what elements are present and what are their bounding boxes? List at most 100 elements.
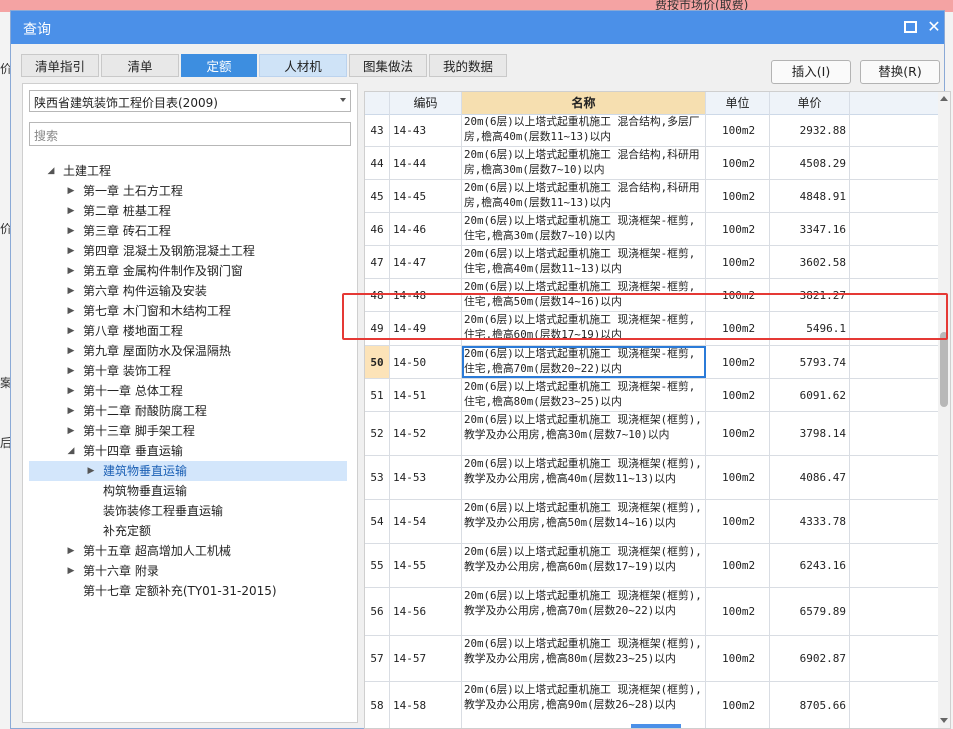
vertical-scrollbar[interactable] (938, 92, 950, 728)
column-header-code[interactable]: 编码 (390, 92, 462, 114)
library-select[interactable]: 陕西省建筑装饰工程价目表(2009) (29, 90, 351, 112)
price-cell[interactable]: 6091.62 (770, 379, 850, 411)
name-cell[interactable]: 20m(6层)以上塔式起重机施工 混合结构,多层厂房,檐高40m(层数11~13… (462, 114, 706, 146)
name-cell[interactable]: 20m(6层)以上塔式起重机施工 现浇框架-框剪,住宅,檐高80m(层数23~2… (462, 379, 706, 411)
name-cell[interactable]: 20m(6层)以上塔式起重机施工 现浇框架(框剪),教学及办公用房,檐高70m(… (462, 588, 706, 635)
code-cell[interactable]: 14-46 (390, 213, 462, 245)
expanded-arrow-icon[interactable]: ◢ (45, 161, 57, 181)
price-cell[interactable]: 4086.47 (770, 456, 850, 499)
unit-cell[interactable]: 100m2 (706, 147, 770, 179)
name-cell[interactable]: 20m(6层)以上塔式起重机施工 现浇框架(框剪),教学及办公用房,檐高40m(… (462, 456, 706, 499)
row-index[interactable]: 51 (365, 379, 390, 411)
code-cell[interactable]: 14-47 (390, 246, 462, 278)
tab-atlas-method[interactable]: 图集做法 (349, 54, 427, 77)
price-cell[interactable]: 3602.58 (770, 246, 850, 278)
collapsed-arrow-icon[interactable]: ▶ (65, 221, 77, 241)
unit-cell[interactable]: 100m2 (706, 180, 770, 212)
tree-node[interactable]: ▶ 第十一章 总体工程 (23, 381, 357, 401)
name-cell[interactable]: 20m(6层)以上塔式起重机施工 混合结构,科研用房,檐高40m(层数11~13… (462, 180, 706, 212)
tab-bill[interactable]: 清单 (101, 54, 179, 77)
tree-node[interactable]: ▶ 第十六章 附录 (23, 561, 357, 581)
tree-node[interactable]: ▶ 第六章 构件运输及安装 (23, 281, 357, 301)
column-header-unit[interactable]: 单位 (706, 92, 770, 114)
price-cell[interactable]: 6243.16 (770, 544, 850, 587)
name-cell[interactable]: 20m(6层)以上塔式起重机施工 混合结构,科研用房,檐高30m(层数7~10)… (462, 147, 706, 179)
scrollbar-thumb[interactable] (940, 332, 948, 407)
tree-node[interactable]: ▶ 第四章 混凝土及钢筋混凝土工程 (23, 241, 357, 261)
collapsed-arrow-icon[interactable]: ▶ (65, 241, 77, 261)
tab-quota[interactable]: 定额 (181, 54, 257, 77)
search-input[interactable]: 搜索 (29, 122, 351, 146)
column-header-price[interactable]: 单价 (770, 92, 850, 114)
tree-node[interactable]: ▶ 第十三章 脚手架工程 (23, 421, 357, 441)
price-cell[interactable]: 4508.29 (770, 147, 850, 179)
tree-node[interactable]: ▶ 建筑物垂直运输 (29, 461, 347, 481)
scroll-down-icon[interactable] (940, 718, 948, 723)
table-row[interactable]: 46 14-46 20m(6层)以上塔式起重机施工 现浇框架-框剪,住宅,檐高30m… (365, 213, 938, 246)
table-row[interactable]: 52 14-52 20m(6层)以上塔式起重机施工 现浇框架(框剪),教学及办公用房… (365, 412, 938, 456)
price-cell[interactable]: 4848.91 (770, 180, 850, 212)
code-cell[interactable]: 14-50 (390, 346, 462, 378)
row-index[interactable]: 44 (365, 147, 390, 179)
tab-labor-material-machine[interactable]: 人材机 (259, 54, 347, 77)
tree-node[interactable]: ▶ 第五章 金属构件制作及钢门窗 (23, 261, 357, 281)
unit-cell[interactable]: 100m2 (706, 682, 770, 728)
tree-node[interactable]: 装饰装修工程垂直运输 (23, 501, 357, 521)
column-header-name[interactable]: 名称 (462, 92, 706, 114)
name-cell[interactable]: 20m(6层)以上塔式起重机施工 现浇框架(框剪),教学及办公用房,檐高90m(… (462, 682, 706, 728)
code-cell[interactable]: 14-43 (390, 114, 462, 146)
collapsed-arrow-icon[interactable]: ▶ (65, 301, 77, 321)
row-index[interactable]: 57 (365, 636, 390, 681)
tree-node[interactable]: ▶ 第十五章 超高增加人工机械 (23, 541, 357, 561)
name-cell[interactable]: 20m(6层)以上塔式起重机施工 现浇框架-框剪,住宅,檐高40m(层数11~1… (462, 246, 706, 278)
price-cell[interactable]: 5793.74 (770, 346, 850, 378)
collapsed-arrow-icon[interactable]: ▶ (65, 201, 77, 221)
code-cell[interactable]: 14-54 (390, 500, 462, 543)
row-index[interactable]: 52 (365, 412, 390, 455)
tab-my-data[interactable]: 我的数据 (429, 54, 507, 77)
collapsed-arrow-icon[interactable]: ▶ (65, 381, 77, 401)
tree-node[interactable]: ▶ 第十二章 耐酸防腐工程 (23, 401, 357, 421)
price-cell[interactable]: 6902.87 (770, 636, 850, 681)
splitter-handle[interactable] (631, 724, 681, 728)
row-index[interactable]: 54 (365, 500, 390, 543)
table-row[interactable]: 57 14-57 20m(6层)以上塔式起重机施工 现浇框架(框剪),教学及办公用房… (365, 636, 938, 682)
scroll-up-icon[interactable] (940, 96, 948, 101)
row-index[interactable]: 45 (365, 180, 390, 212)
collapsed-arrow-icon[interactable]: ▶ (65, 541, 77, 561)
maximize-icon[interactable] (901, 18, 919, 36)
table-row[interactable]: 50 14-50 20m(6层)以上塔式起重机施工 现浇框架-框剪,住宅,檐高70m… (365, 346, 938, 379)
insert-button[interactable]: 插入(I) (771, 60, 851, 84)
table-row[interactable]: 55 14-55 20m(6层)以上塔式起重机施工 现浇框架(框剪),教学及办公用房… (365, 544, 938, 588)
tree-node[interactable]: 补充定额 (23, 521, 357, 541)
tab-bill-guide[interactable]: 清单指引 (21, 54, 99, 77)
table-row[interactable]: 51 14-51 20m(6层)以上塔式起重机施工 现浇框架-框剪,住宅,檐高80m… (365, 379, 938, 412)
replace-button[interactable]: 替换(R) (860, 60, 940, 84)
unit-cell[interactable]: 100m2 (706, 246, 770, 278)
row-index[interactable]: 58 (365, 682, 390, 728)
name-cell[interactable]: 20m(6层)以上塔式起重机施工 现浇框架(框剪),教学及办公用房,檐高80m(… (462, 636, 706, 681)
collapsed-arrow-icon[interactable]: ▶ (65, 341, 77, 361)
price-cell[interactable]: 8705.66 (770, 682, 850, 728)
code-cell[interactable]: 14-45 (390, 180, 462, 212)
price-cell[interactable]: 3347.16 (770, 213, 850, 245)
unit-cell[interactable]: 100m2 (706, 500, 770, 543)
dialog-titlebar[interactable]: 查询 ✕ (11, 11, 944, 44)
table-row[interactable]: 47 14-47 20m(6层)以上塔式起重机施工 现浇框架-框剪,住宅,檐高40m… (365, 246, 938, 279)
table-row[interactable]: 54 14-54 20m(6层)以上塔式起重机施工 现浇框架(框剪),教学及办公用房… (365, 500, 938, 544)
code-cell[interactable]: 14-56 (390, 588, 462, 635)
row-index[interactable]: 55 (365, 544, 390, 587)
collapsed-arrow-icon[interactable]: ▶ (65, 361, 77, 381)
table-row[interactable]: 45 14-45 20m(6层)以上塔式起重机施工 混合结构,科研用房,檐高40m(… (365, 180, 938, 213)
unit-cell[interactable]: 100m2 (706, 346, 770, 378)
row-index[interactable]: 56 (365, 588, 390, 635)
tree-node[interactable]: ▶ 第一章 土石方工程 (23, 181, 357, 201)
unit-cell[interactable]: 100m2 (706, 213, 770, 245)
code-cell[interactable]: 14-58 (390, 682, 462, 728)
collapsed-arrow-icon[interactable]: ▶ (65, 401, 77, 421)
collapsed-arrow-icon[interactable]: ▶ (65, 561, 77, 581)
price-cell[interactable]: 3798.14 (770, 412, 850, 455)
tree-node[interactable]: ◢ 第十四章 垂直运输 (23, 441, 357, 461)
code-cell[interactable]: 14-57 (390, 636, 462, 681)
table-row[interactable]: 58 14-58 20m(6层)以上塔式起重机施工 现浇框架(框剪),教学及办公用房… (365, 682, 938, 728)
